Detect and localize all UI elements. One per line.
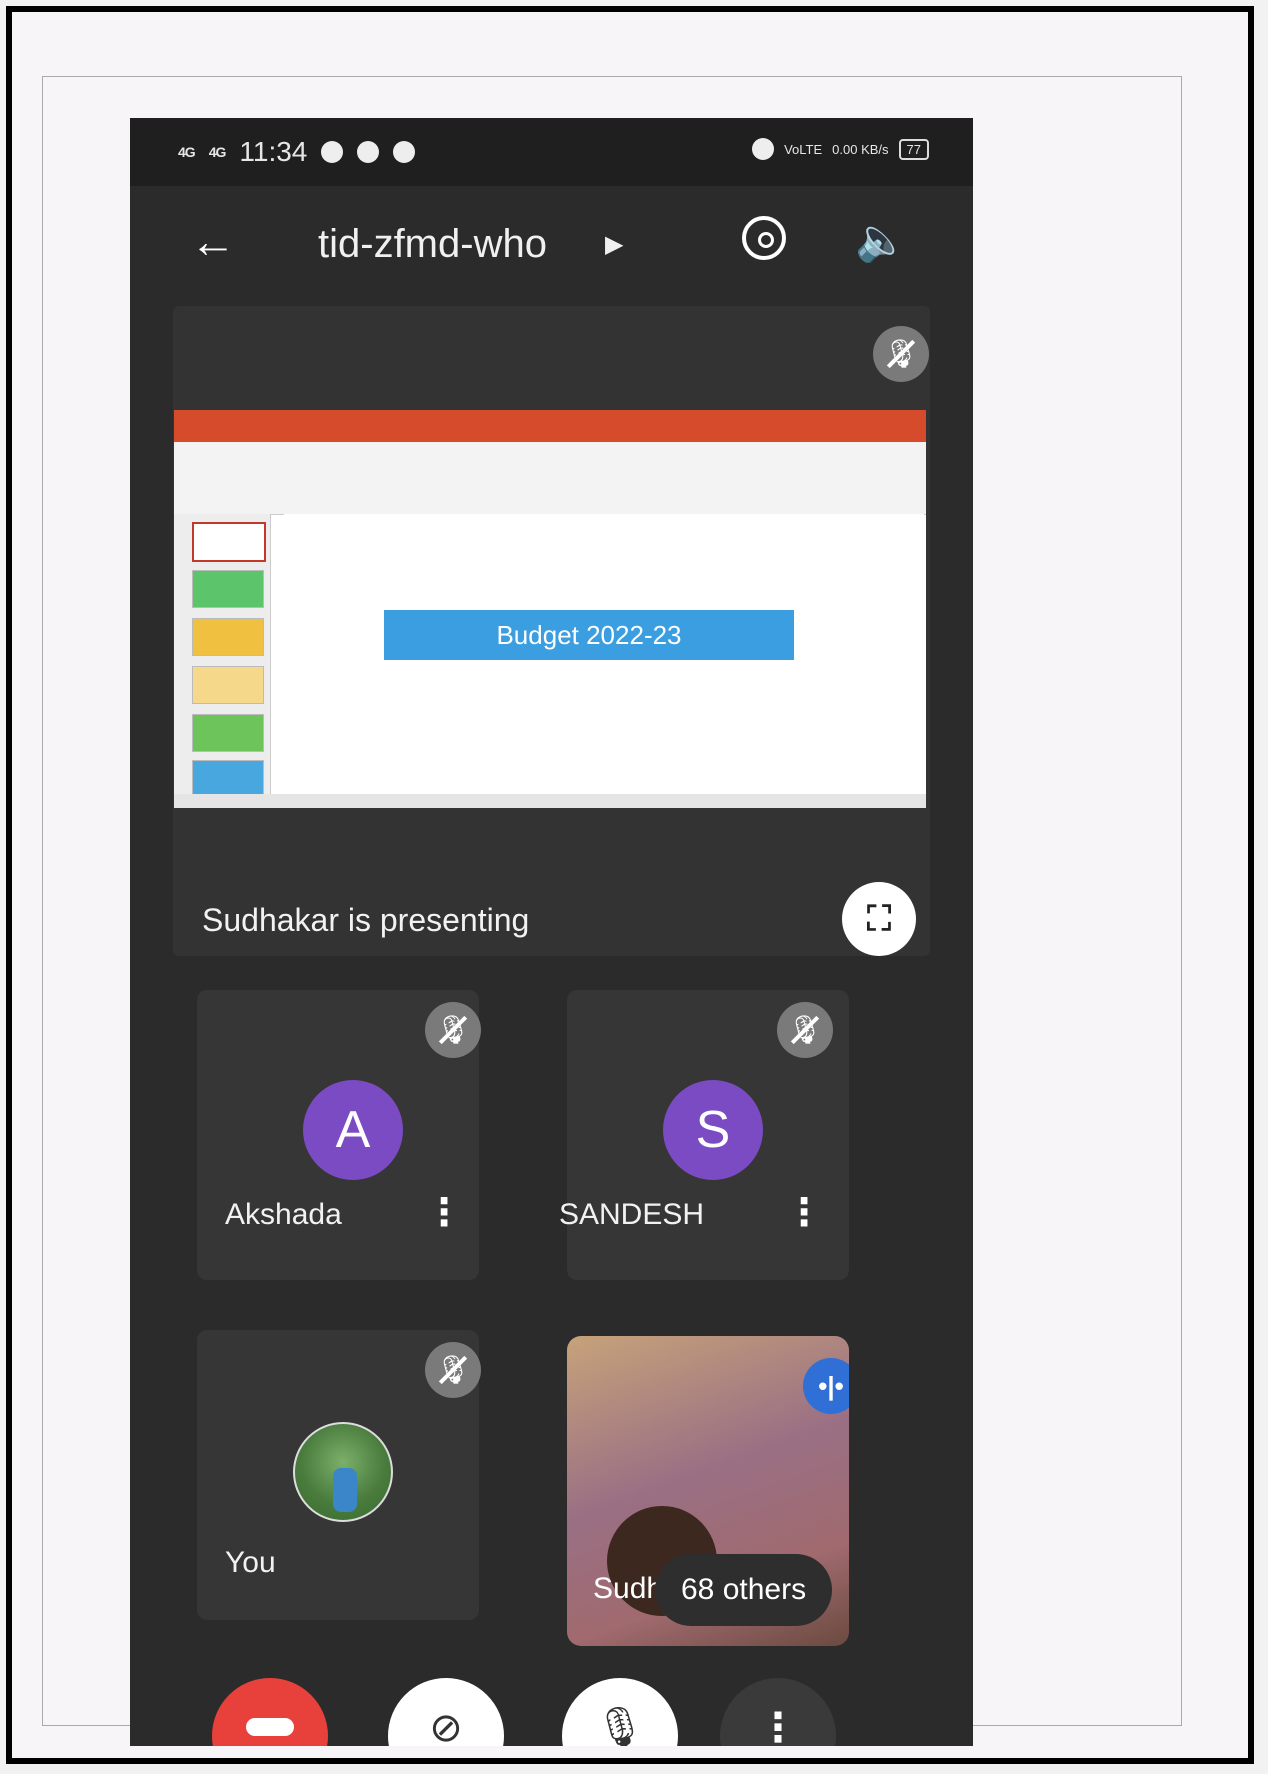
participant-name: You [225, 1546, 276, 1579]
slide-thumbnail [192, 570, 264, 608]
participant-tile[interactable]: 🎙 You [197, 1330, 481, 1620]
mic-off-icon: 🎙 [425, 1002, 481, 1058]
notification-icon [321, 141, 344, 163]
others-count-button[interactable]: 68 others [655, 1554, 833, 1626]
meeting-header: ← tid-zfmd-who ▶ 🔈 [130, 186, 973, 306]
avatar: S [663, 1080, 763, 1180]
more-vertical-icon[interactable]: ⋮ [720, 1678, 836, 1746]
app-status-bar [174, 794, 926, 808]
slide-thumbnail [192, 760, 264, 798]
slide-thumbnails [174, 514, 271, 798]
avatar [293, 1422, 393, 1522]
slide-thumbnail [192, 522, 266, 562]
app-ribbon [174, 442, 926, 515]
participant-name: SANDESH [559, 1198, 705, 1231]
more-vertical-icon[interactable]: ⋮ [785, 1190, 823, 1235]
app-title-bar [174, 410, 926, 442]
participant-name: Akshada [225, 1198, 342, 1231]
audio-level-icon: •|• [803, 1358, 849, 1414]
avatar: A [303, 1080, 403, 1180]
slide-thumbnail [192, 666, 264, 704]
network-speed: 0.00 KB/s [832, 141, 889, 157]
participant-video-tile[interactable]: •|• Sudh 68 others [567, 1336, 849, 1646]
more-vertical-icon[interactable]: ⋮ [425, 1190, 463, 1235]
slide-title: Budget 2022-23 [384, 610, 794, 660]
meeting-code[interactable]: tid-zfmd-who [318, 222, 547, 267]
presenter-label: Sudhakar is presenting [202, 902, 530, 938]
phone-screen: 4G 4G 11:34 VoLTE 0.00 KB/s 77 ← tid-zfm… [130, 118, 973, 1746]
notification-icon [393, 141, 416, 163]
speaker-icon[interactable]: 🔈 [855, 216, 907, 265]
status-bar: 4G 4G 11:34 VoLTE 0.00 KB/s 77 [130, 118, 973, 186]
alarm-icon [752, 138, 775, 160]
camera-off-icon[interactable]: ⊘ [388, 1678, 504, 1746]
mic-off-icon: 🎙 [777, 1002, 833, 1058]
end-call-button[interactable] [212, 1678, 328, 1746]
participant-name: Sudh [593, 1572, 664, 1605]
arrow-left-icon[interactable]: ← [190, 214, 236, 268]
participant-tile[interactable]: 🎙 S SANDESH ⋮ [559, 990, 849, 1280]
battery-icon: 77 [898, 138, 929, 160]
camera-switch-icon[interactable] [742, 216, 786, 260]
fullscreen-icon[interactable]: ⛶ [842, 882, 916, 956]
mic-off-icon[interactable]: 🎙 [562, 1678, 678, 1746]
volte-indicator: VoLTE [784, 141, 823, 157]
shared-slide: Budget 2022-23 [174, 410, 926, 808]
chevron-right-icon[interactable]: ▶ [605, 230, 623, 259]
message-icon [357, 141, 380, 163]
mic-off-icon: 🎙 [873, 326, 929, 382]
participant-tile[interactable]: 🎙 A Akshada ⋮ [197, 990, 481, 1280]
slide-thumbnail [192, 714, 264, 752]
mic-off-icon: 🎙 [425, 1342, 481, 1398]
signal-icon: 4G [178, 144, 196, 160]
slide-thumbnail [192, 618, 264, 656]
signal-icon: 4G [208, 144, 227, 160]
clock-time: 11:34 [239, 136, 308, 167]
